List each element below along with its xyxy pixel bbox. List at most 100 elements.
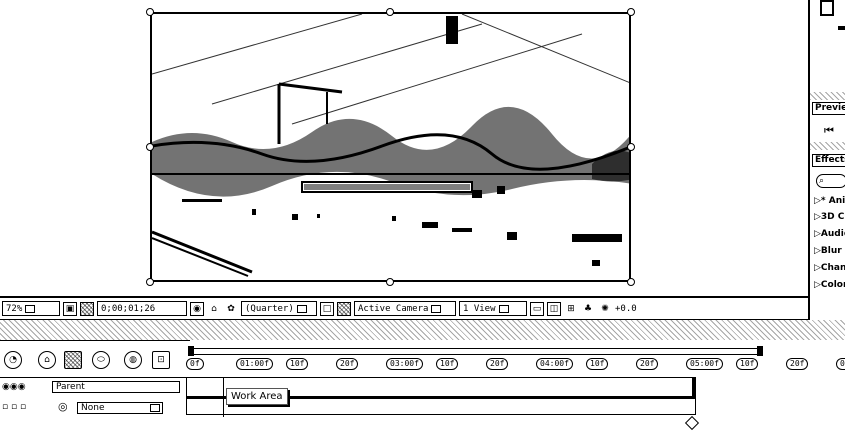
- work-area-tooltip: Work Area: [226, 388, 288, 405]
- ruler-tick-label: 06:0: [836, 358, 845, 370]
- exposure-value[interactable]: +0.0: [615, 304, 637, 314]
- solo-icon[interactable]: ◉: [18, 382, 26, 392]
- time-navigator-start-handle[interactable]: [188, 346, 194, 356]
- time-navigator-end-handle[interactable]: [757, 346, 763, 356]
- effects-search-box[interactable]: ⌕: [816, 174, 845, 188]
- handle-top-center[interactable]: [386, 8, 394, 16]
- handle-top-left[interactable]: [146, 8, 154, 16]
- composition-frame[interactable]: [150, 12, 631, 282]
- effect-label: Channel: [820, 263, 845, 273]
- view-layout-dropdown[interactable]: 1 View: [459, 301, 527, 316]
- hide-shy-layers-icon[interactable]: [64, 351, 82, 369]
- layer-header: ◉◉◉ Parent ▫ ▫ ▫ ◎ None: [0, 377, 186, 439]
- handle-middle-right[interactable]: [627, 143, 635, 151]
- layer-out-point-keyframe[interactable]: [684, 415, 700, 431]
- current-time-indicator[interactable]: [223, 377, 224, 417]
- chevron-down-icon: [296, 304, 307, 313]
- panel-separator: [810, 92, 845, 100]
- timeline-ruler[interactable]: 0f 01:00f 10f 20f 03:00f 10f 20f 04:00f 10f 20f 05…: [186, 344, 845, 377]
- parent-column-header[interactable]: Parent: [52, 381, 180, 393]
- ruler-tick-label: 10f: [286, 358, 309, 370]
- safe-margins-icon[interactable]: ▣: [63, 301, 77, 316]
- parent-dropdown[interactable]: None: [77, 402, 163, 414]
- effects-category-blur-sharpen[interactable]: ▷Blur & Sharpen: [814, 246, 845, 256]
- effect-label: Audio: [820, 229, 845, 239]
- panel-separator: [810, 142, 845, 150]
- draft-3d-icon[interactable]: ⌂: [38, 351, 56, 369]
- frame-blending-icon[interactable]: ⬭: [92, 351, 110, 369]
- effect-label: 3D Channel: [820, 212, 845, 222]
- panel-divider[interactable]: [0, 320, 845, 340]
- preview-panel-tab[interactable]: Preview: [812, 102, 845, 115]
- effects-category-channel[interactable]: ▷Channel: [814, 263, 845, 273]
- viewer-toolbar: 72% ▣ 0;00;01;26 ◉ ⌂ ✿ (Quarter) □ Activ…: [0, 296, 808, 320]
- search-icon: ⌕: [819, 176, 825, 186]
- parent-pickwhip-icon[interactable]: ◎: [58, 400, 68, 413]
- resolution-dropdown[interactable]: (Quarter): [241, 301, 317, 316]
- video-eye-icon[interactable]: ◉: [2, 382, 10, 392]
- ruler-tick-label: 03:00f: [386, 358, 423, 370]
- flowchart-icon[interactable]: ♣: [581, 302, 595, 316]
- chevron-down-icon: [498, 304, 509, 313]
- previous-frame-icon[interactable]: ⏮: [824, 124, 834, 138]
- camera-value: Active Camera: [358, 303, 429, 314]
- audio-icon[interactable]: ◉: [10, 382, 18, 392]
- timeline-toolbar: ◔ ⌂ ⬭ ◍ ⊡: [0, 340, 190, 375]
- ruler-tick-label: 05:00f: [686, 358, 723, 370]
- current-time-display[interactable]: 0;00;01;26: [97, 301, 187, 316]
- show-snapshot-icon[interactable]: ⌂: [207, 302, 221, 316]
- graph-editor-icon[interactable]: ⊡: [152, 351, 170, 369]
- layer-controls: ▫ ▫ ▫: [2, 402, 26, 412]
- effect-label: * Animation Presets: [820, 196, 845, 206]
- effect-label: Color Correction: [820, 280, 845, 290]
- effects-category-color-correction[interactable]: ▷Color Correction: [814, 280, 845, 290]
- timeline-icon[interactable]: ⊞: [564, 302, 578, 316]
- handle-bottom-left[interactable]: [146, 278, 154, 286]
- ruler-tick-label: 10f: [436, 358, 459, 370]
- right-panel: Preview ⏮ Effects & Presets ⌕ ▷* Animati…: [808, 0, 845, 320]
- handle-top-right[interactable]: [627, 8, 635, 16]
- resolution-value: (Quarter): [245, 303, 294, 314]
- motion-blur-icon[interactable]: ◍: [124, 351, 142, 369]
- work-area-end-handle[interactable]: [692, 377, 696, 397]
- ruler-tick-label: 0f: [186, 358, 204, 370]
- ruler-tick-label: 20f: [336, 358, 359, 370]
- channel-color-icon[interactable]: ✿: [224, 302, 238, 316]
- layer-lock-icon[interactable]: ▫: [2, 402, 8, 412]
- ruler-tick-label: 20f: [786, 358, 809, 370]
- layer-label-color-icon[interactable]: ▫: [11, 402, 17, 412]
- handle-bottom-center[interactable]: [386, 278, 394, 286]
- handle-bottom-right[interactable]: [627, 278, 635, 286]
- magnification-dropdown[interactable]: 72%: [2, 301, 60, 316]
- time-navigator-bar[interactable]: [188, 348, 760, 355]
- chevron-down-icon: [150, 404, 160, 412]
- effect-label: Blur & Sharpen: [820, 246, 845, 256]
- track-area[interactable]: [186, 377, 845, 439]
- info-text: [838, 26, 845, 30]
- switch-column-icons: ◉◉◉: [2, 382, 26, 392]
- camera-view-dropdown[interactable]: Active Camera: [354, 301, 456, 316]
- parent-dropdown-value: None: [81, 403, 105, 413]
- effects-panel-tab[interactable]: Effects & Presets: [812, 154, 845, 167]
- region-of-interest-icon[interactable]: □: [320, 301, 334, 316]
- ruler-tick-label: 20f: [636, 358, 659, 370]
- ruler-tick-label: 04:00f: [536, 358, 573, 370]
- pixel-aspect-icon[interactable]: ▭: [530, 301, 544, 316]
- effects-category-animation-presets[interactable]: ▷* Animation Presets: [814, 196, 845, 206]
- handle-middle-left[interactable]: [146, 143, 154, 151]
- exposure-icon[interactable]: ✺: [598, 302, 612, 316]
- transparency-grid-icon[interactable]: [80, 301, 94, 316]
- layer-number-icon[interactable]: ▫: [20, 402, 26, 412]
- views-value: 1 View: [463, 303, 496, 314]
- chevron-down-icon: [431, 304, 442, 313]
- composition-viewer: [0, 0, 808, 296]
- toggle-transparency-grid-icon[interactable]: [337, 301, 351, 316]
- snapshot-camera-icon[interactable]: ◉: [190, 301, 204, 316]
- effects-category-audio[interactable]: ▷Audio: [814, 229, 845, 239]
- effects-category-3d-channel[interactable]: ▷3D Channel: [814, 212, 845, 222]
- chevron-down-icon: [25, 304, 36, 313]
- composition-mini-flowchart-icon[interactable]: ◔: [4, 351, 22, 369]
- ruler-tick-label: 10f: [736, 358, 759, 370]
- fast-previews-icon[interactable]: ◫: [547, 301, 561, 316]
- magnification-value: 72%: [6, 303, 23, 314]
